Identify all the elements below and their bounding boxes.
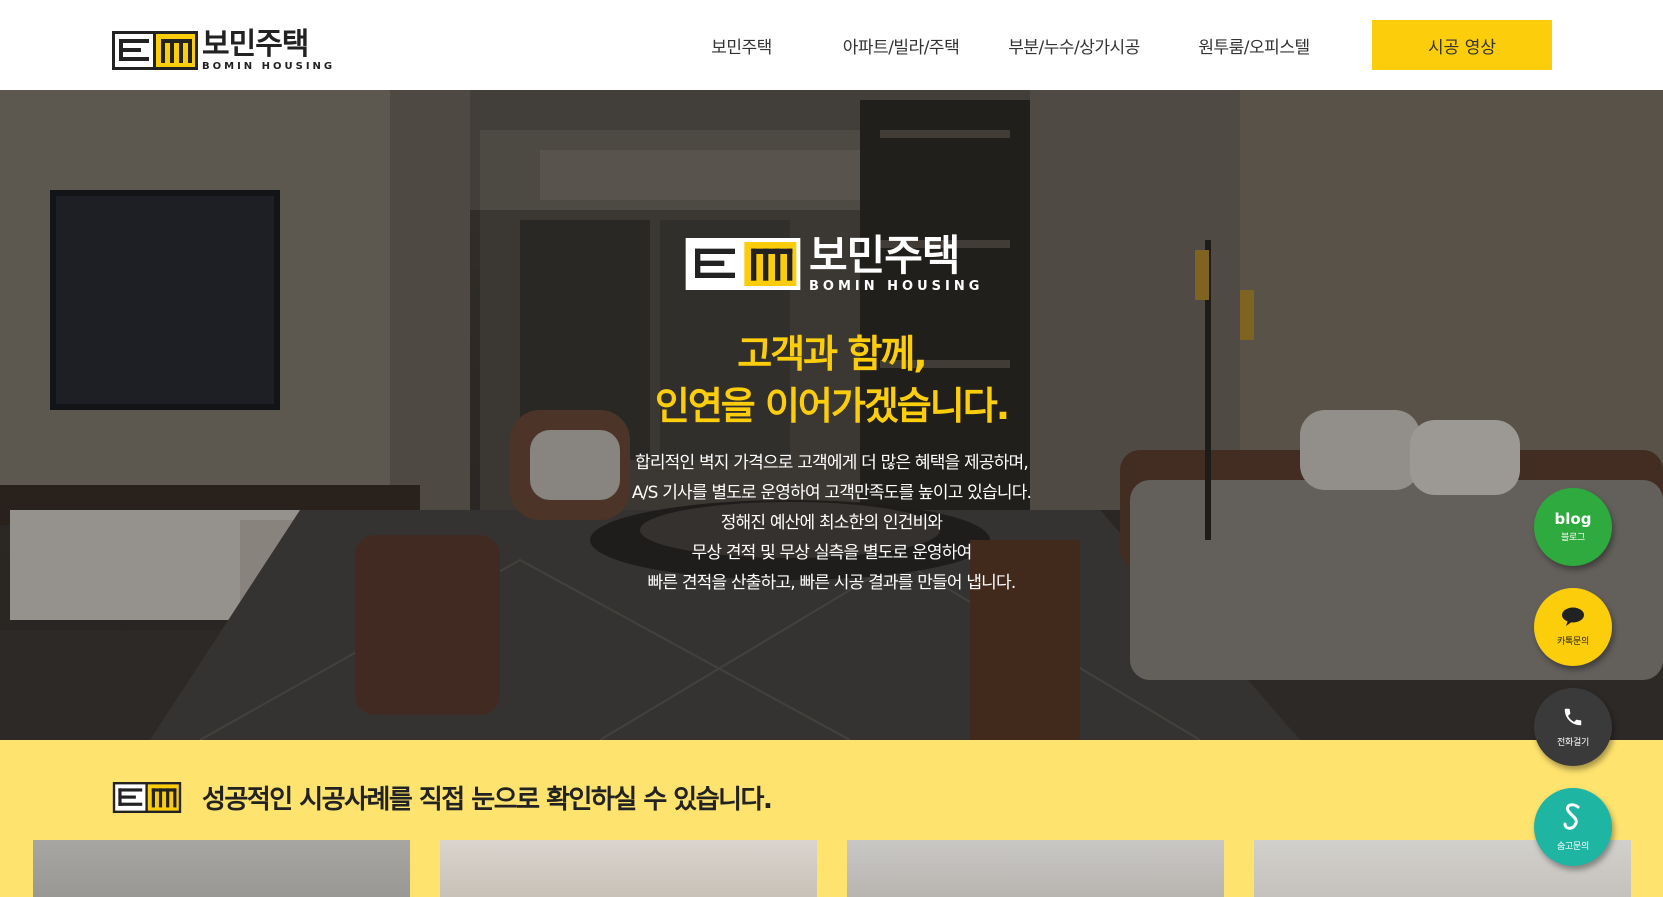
- blog-word: blog: [1554, 510, 1592, 528]
- nav-item-partial[interactable]: 부분/누수/상가시공: [999, 33, 1149, 58]
- nav-item-bomin[interactable]: 보민주택: [680, 33, 803, 58]
- phone-icon: [1562, 706, 1584, 732]
- hero-desc-line-3: 정해진 예산에 최소한의 인건비와: [720, 513, 943, 533]
- nav-item-oneroom[interactable]: 원투룸/오피스텔: [1149, 33, 1359, 58]
- hero-logo: 보민주택 BOMIN HOUSING: [683, 234, 983, 294]
- nav-item-apartment[interactable]: 아파트/빌라/주택: [803, 33, 999, 58]
- hero-desc-line-4: 무상 견적 및 무상 실측을 별도로 운영하여: [691, 543, 973, 563]
- bomin-logo-icon: [683, 238, 803, 290]
- portfolio-thumbnail[interactable]: [440, 840, 817, 897]
- bomin-logo-icon: [112, 31, 198, 70]
- call-label: 전화걸기: [1557, 738, 1589, 748]
- logo-english-text: BOMIN HOUSING: [202, 61, 336, 72]
- soomgo-label: 숨고문의: [1557, 842, 1589, 852]
- bomin-logo-icon: [112, 782, 182, 813]
- blog-label: 블로그: [1561, 533, 1585, 543]
- hero-logo-korean: 보민주택: [809, 231, 961, 280]
- call-button[interactable]: 전화걸기: [1534, 688, 1612, 766]
- hero-title-line-2: 인연을 이어가겠습니다.: [654, 384, 1010, 428]
- hero-banner: 보민주택 BOMIN HOUSING 고객과 함께, 인연을 이어가겠습니다. …: [0, 90, 1663, 740]
- logo-korean-text: 보민주택: [202, 27, 309, 62]
- section-heading: 성공적인 시공사례를 직접 눈으로 확인하실 수 있습니다.: [112, 779, 773, 816]
- site-logo[interactable]: 보민주택 BOMIN HOUSING: [112, 29, 335, 72]
- blog-button[interactable]: blog 블로그: [1534, 488, 1612, 566]
- hero-logo-english: BOMIN HOUSING: [809, 279, 984, 294]
- kakao-inquiry-button[interactable]: 카톡문의: [1534, 588, 1612, 666]
- site-header: 보민주택 BOMIN HOUSING 보민주택 아파트/빌라/주택 부분/누수/…: [0, 0, 1663, 90]
- construction-video-button[interactable]: 시공 영상: [1372, 20, 1552, 70]
- kakao-label: 카톡문의: [1557, 637, 1589, 647]
- hero-title-line-1: 고객과 함께,: [737, 332, 927, 376]
- soomgo-s-icon: [1560, 802, 1586, 836]
- hero-desc-line-2: A/S 기사를 별도로 운영하여 고객만족도를 높이고 있습니다.: [631, 483, 1032, 503]
- soomgo-inquiry-button[interactable]: 숨고문의: [1534, 788, 1612, 866]
- portfolio-section: 성공적인 시공사례를 직접 눈으로 확인하실 수 있습니다.: [0, 740, 1663, 897]
- speech-bubble-icon: [1561, 607, 1585, 631]
- portfolio-thumbnails: [33, 840, 1631, 897]
- portfolio-thumbnail[interactable]: [847, 840, 1224, 897]
- portfolio-thumbnail[interactable]: [33, 840, 410, 897]
- hero-desc-line-1: 합리적인 벽지 가격으로 고객에게 더 많은 혜택을 제공하며,: [635, 453, 1029, 473]
- main-nav: 보민주택 아파트/빌라/주택 부분/누수/상가시공 원투룸/오피스텔: [680, 20, 1359, 70]
- hero-desc-line-5: 빠른 견적을 산출하고, 빠른 시공 결과를 만들어 냅니다.: [647, 573, 1017, 593]
- section-title: 성공적인 시공사례를 직접 눈으로 확인하실 수 있습니다.: [202, 785, 773, 815]
